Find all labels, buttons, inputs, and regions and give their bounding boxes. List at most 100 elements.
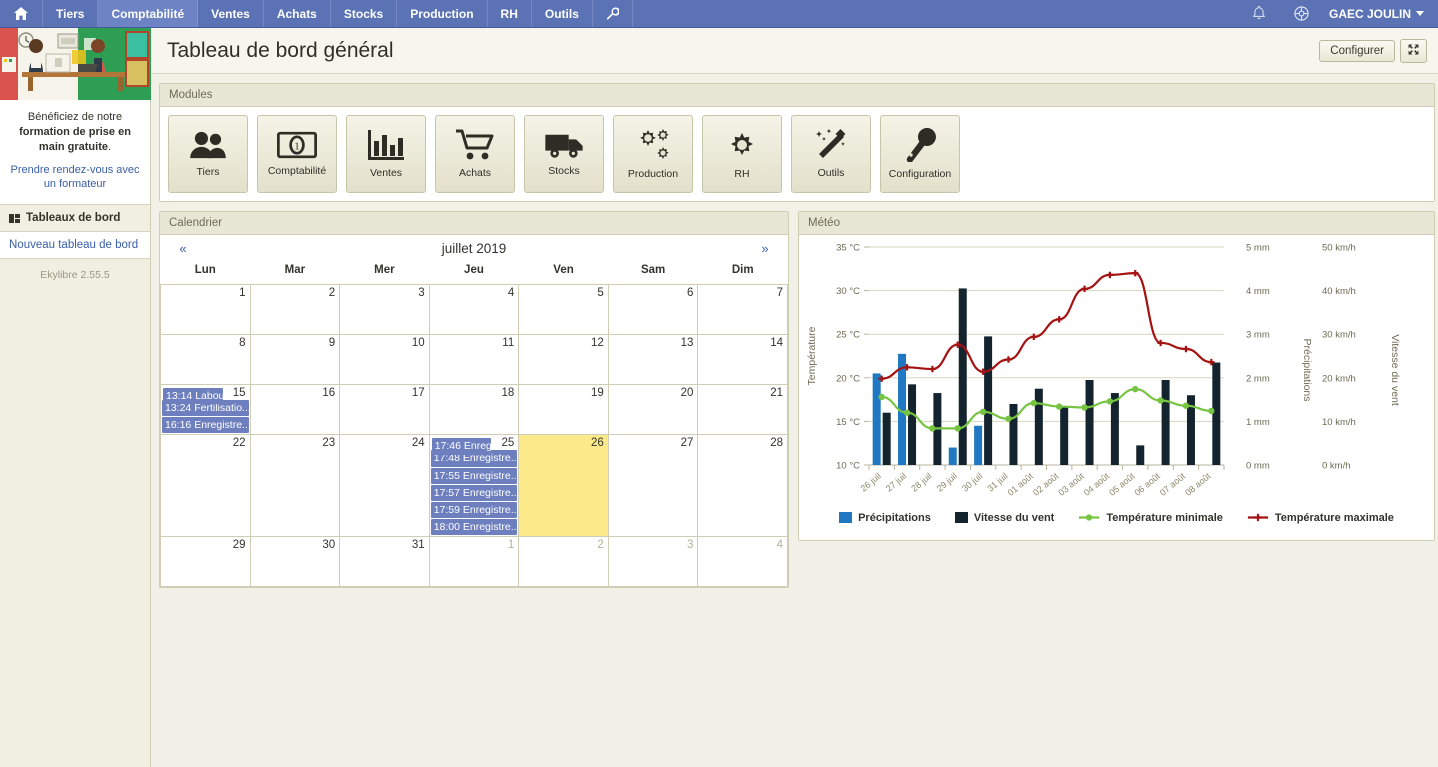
calendar-event[interactable]: 13:14 Labour... [163, 388, 223, 405]
calendar-event[interactable]: 17:59 Enregistre... [430, 501, 518, 519]
nav-item-configuration[interactable] [593, 0, 633, 27]
calendar-day-cell[interactable]: 2 [518, 536, 609, 588]
calendar-day-cell[interactable]: 12 [518, 334, 609, 385]
calendar-event[interactable]: 18:00 Enregistre... [430, 519, 518, 536]
calendar-day-cell[interactable]: 1513:14 Labour...13:24 Fertilisatio...16… [160, 383, 251, 436]
sidebar-item-new-dashboard[interactable]: Nouveau tableau de bord [0, 232, 150, 260]
calendar-day-cell[interactable]: 9 [249, 334, 341, 385]
calendar-event[interactable]: 16:16 Enregistre... [162, 417, 249, 434]
calendar-event[interactable]: 17:57 Enregistre... [430, 484, 518, 501]
calendar-day-cell[interactable]: 29 [160, 536, 251, 588]
calendar-prev-button[interactable]: « [170, 241, 196, 256]
user-menu[interactable]: GAEC JOULIN [1323, 7, 1438, 21]
dashboard-content: Modules Tiers 1 Comptabilité Ventes Acha… [151, 74, 1438, 597]
module-tile-rh[interactable]: RH [702, 115, 782, 193]
calendar-day-cell[interactable]: 1 [160, 284, 251, 335]
nav-item-stocks[interactable]: Stocks [331, 0, 398, 27]
svg-text:3 mm: 3 mm [1246, 330, 1270, 341]
notifications-button[interactable] [1238, 6, 1280, 21]
fullscreen-button[interactable] [1400, 38, 1427, 63]
nav-item-achats[interactable]: Achats [264, 0, 331, 27]
calendar-day-cell[interactable]: 30 [249, 536, 341, 588]
calendar-event[interactable]: 17:46 Enregis... [431, 438, 492, 455]
svg-text:5 mm: 5 mm [1246, 243, 1270, 254]
svg-text:30 °C: 30 °C [836, 286, 860, 297]
calendar-day-cell[interactable]: 23 [249, 434, 341, 538]
calendar-month-label: juillet 2019 [441, 241, 507, 256]
calendar-day-cell[interactable]: 21 [697, 383, 788, 436]
help-icon [1294, 6, 1309, 21]
nav-label: Comptabilité [111, 6, 185, 21]
module-tile-ventes[interactable]: Ventes [346, 115, 426, 193]
module-tile-production[interactable]: Production [613, 115, 693, 193]
svg-text:35 °C: 35 °C [836, 243, 860, 254]
calendar-day-cell[interactable]: 8 [160, 334, 251, 385]
calendar-day-number: 29 [232, 539, 246, 552]
calendar-day-cell[interactable]: 11 [428, 334, 520, 385]
legend-item[interactable]: Température maximale [1247, 511, 1394, 524]
calendar-day-cell[interactable]: 13 [607, 334, 699, 385]
nav-item-production[interactable]: Production [397, 0, 488, 27]
help-button[interactable] [1280, 6, 1323, 21]
configure-button[interactable]: Configurer [1319, 39, 1395, 62]
module-tile-comptabilite[interactable]: 1 Comptabilité [257, 115, 337, 193]
calendar-day-cell[interactable]: 4 [697, 536, 788, 588]
legend-item[interactable]: Précipitations [839, 511, 931, 524]
page-header: Tableau de bord général Configurer [151, 28, 1438, 74]
calendar-day-cell[interactable]: 14 [697, 334, 788, 385]
calendar-day-cell[interactable]: 18 [428, 383, 520, 436]
page-title: Tableau de bord général [167, 38, 394, 62]
svg-text:07 août: 07 août [1158, 471, 1188, 498]
calendar-event[interactable]: 17:55 Enregistre... [430, 467, 518, 484]
calendar-day-number: 2 [597, 539, 604, 552]
svg-text:01 août: 01 août [1006, 471, 1036, 498]
svg-text:20 km/h: 20 km/h [1322, 373, 1356, 384]
calendar-day-cell[interactable]: 17 [339, 383, 430, 436]
calendar-day-cell[interactable]: 31 [339, 536, 430, 588]
calendar-day-cell[interactable]: 2 [249, 284, 341, 335]
calendar-day-cell[interactable]: 4 [428, 284, 520, 335]
calendar-day-cell[interactable]: 27 [607, 434, 699, 538]
magic-wand-icon [816, 129, 846, 158]
calendar-day-cell[interactable]: 3 [607, 536, 699, 588]
calendar-day-cell[interactable]: 2517:46 Enregis...17:48 Enregistre...17:… [428, 434, 520, 538]
calendar-day-cell[interactable]: 28 [697, 434, 788, 538]
module-tile-configuration[interactable]: Configuration [880, 115, 960, 193]
nav-item-home[interactable] [0, 0, 43, 27]
calendar-day-cell[interactable]: 22 [160, 434, 251, 538]
calendar-day-cell[interactable]: 1 [428, 536, 520, 588]
calendar-day-cell[interactable]: 20 [607, 383, 699, 436]
legend-swatch [1079, 514, 1100, 521]
nav-item-ventes[interactable]: Ventes [198, 0, 264, 27]
promo-block: Bénéficiez de notre formation de prise e… [0, 100, 150, 205]
calendar-day-cell[interactable]: 16 [249, 383, 341, 436]
nav-item-comptabilite[interactable]: Comptabilité [98, 0, 199, 27]
module-tile-tiers[interactable]: Tiers [168, 115, 248, 193]
calendar-next-button[interactable]: » [752, 241, 778, 256]
module-label: RH [734, 168, 750, 180]
nav-item-outils[interactable]: Outils [532, 0, 593, 27]
calendar-table: Lun Mar Mer Jeu Ven Sam Dim 1 2 3 4 5 6 7 8 9 10 1… [160, 258, 788, 588]
promo-appointment-link[interactable]: Prendre rendez-vous avec un formateur [0, 158, 150, 205]
calendar-day-number: 4 [507, 287, 515, 299]
nav-label: Tiers [56, 6, 85, 21]
module-tile-stocks[interactable]: Stocks [524, 115, 604, 193]
calendar-day-cell[interactable]: 26 [518, 434, 609, 538]
calendar-day-cell[interactable]: 3 [339, 284, 430, 335]
calendar-day-cell[interactable]: 6 [607, 284, 699, 335]
legend-item[interactable]: Vitesse du vent [954, 511, 1054, 524]
modules-list: Tiers 1 Comptabilité Ventes Achats Stock… [160, 107, 1434, 201]
calendar-day-number: 1 [239, 287, 246, 299]
home-icon [14, 7, 28, 20]
nav-item-rh[interactable]: RH [488, 0, 532, 27]
module-tile-outils[interactable]: Outils [791, 115, 871, 193]
legend-item[interactable]: Température minimale [1078, 511, 1223, 524]
calendar-day-cell[interactable]: 24 [339, 434, 430, 538]
svg-text:30 juil: 30 juil [960, 471, 984, 494]
module-tile-achats[interactable]: Achats [435, 115, 515, 193]
calendar-day-cell[interactable]: 5 [518, 284, 609, 335]
calendar-day-cell[interactable]: 19 [518, 383, 609, 436]
calendar-day-cell[interactable]: 10 [339, 334, 430, 385]
nav-item-tiers[interactable]: Tiers [43, 0, 99, 27]
calendar-day-cell[interactable]: 7 [697, 284, 788, 335]
